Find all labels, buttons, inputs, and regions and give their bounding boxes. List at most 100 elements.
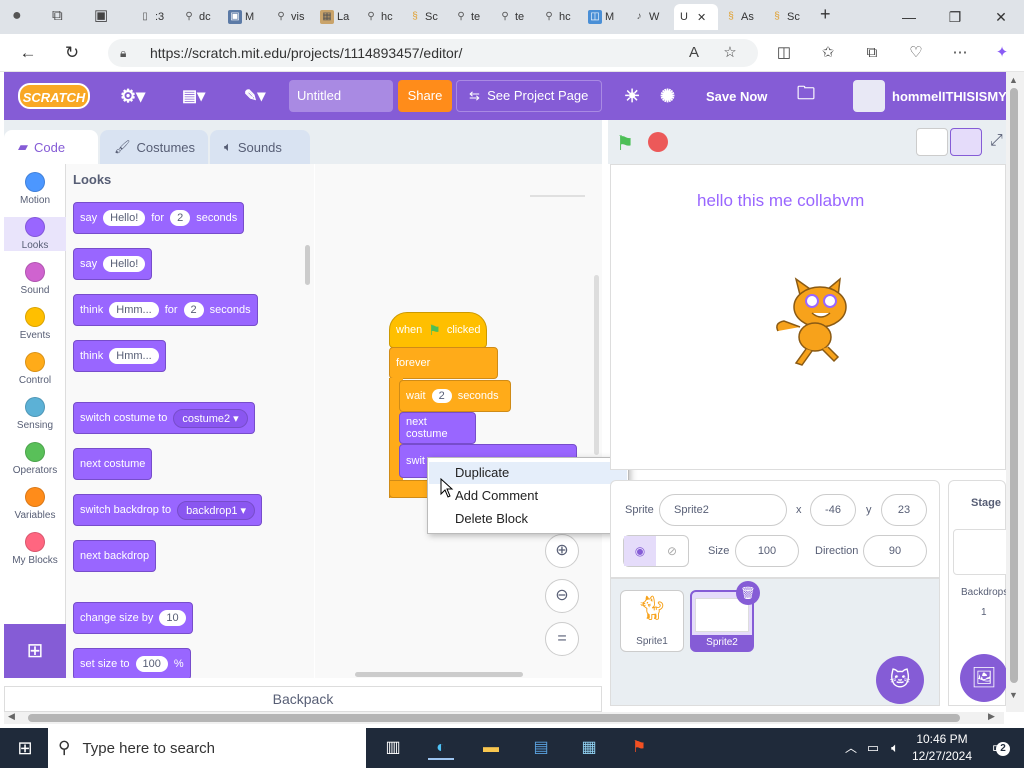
edit-menu-icon[interactable]: ✎▾ [244, 72, 265, 120]
block-input[interactable]: 2 [170, 210, 191, 226]
username[interactable]: hommelITHISISMY [892, 72, 1007, 120]
y-field[interactable]: 23 [881, 494, 927, 526]
my-stuff-folder-icon[interactable]: 🗀 [797, 72, 815, 120]
browser-tab[interactable]: ⚲ hc [542, 4, 582, 30]
context-delete-block[interactable]: Delete Block [429, 508, 627, 530]
category-motion[interactable]: Motion [4, 172, 66, 206]
hide-eye-icon[interactable]: ⊘ [656, 536, 688, 566]
file-explorer-icon[interactable]: ▬ [478, 736, 504, 760]
show-eye-icon[interactable]: ◉ [624, 536, 656, 566]
green-flag-button[interactable]: ⚑ [616, 131, 634, 156]
save-now-button[interactable]: Save Now [706, 72, 767, 120]
block-change-size[interactable]: change size by 10 [73, 602, 193, 634]
browser-tab[interactable]: ▣ M [228, 4, 270, 30]
browser-tab[interactable]: ♪ W [632, 4, 672, 30]
browser-tab-active[interactable]: U ✕ [674, 4, 718, 30]
browser-tab[interactable]: ⚲ te [454, 4, 494, 30]
url-field[interactable]: 🔒︎ https://scratch.mit.edu/projects/1114… [108, 39, 758, 67]
collections-icon[interactable]: ⧉ [860, 42, 884, 64]
new-tab-button[interactable]: + [820, 4, 831, 25]
tab-sounds[interactable]: 🔈︎ Sounds [210, 130, 310, 164]
block-input[interactable]: Hmm... [109, 302, 159, 318]
block-set-size[interactable]: set size to 100% [73, 648, 191, 678]
script-next-costume-block[interactable]: next costume [399, 412, 476, 444]
palette-scrollbar[interactable] [305, 245, 310, 285]
split-screen-icon[interactable]: ◫ [772, 42, 796, 64]
block-switch-backdrop[interactable]: switch backdrop to backdrop1 ▾ [73, 494, 263, 526]
vertical-scroll-thumb[interactable] [1010, 88, 1018, 683]
browser-tab[interactable]: ◫ M [588, 4, 628, 30]
debug-bug-icon[interactable]: ✺ [660, 72, 675, 120]
script-hat-block[interactable]: when ⚑ clicked [389, 312, 487, 348]
browser-tab[interactable]: ▦ La [320, 4, 360, 30]
scroll-down-icon[interactable]: ▼ [1009, 690, 1018, 700]
browser-tab[interactable]: § As [724, 4, 766, 30]
user-avatar[interactable] [853, 80, 885, 112]
block-input[interactable]: 100 [135, 656, 168, 672]
settings-gear-icon[interactable]: ⚙▾ [120, 72, 145, 120]
block-switch-costume[interactable]: switch costume to costume2 ▾ [73, 402, 255, 434]
cat-sprite-image[interactable] [770, 275, 860, 367]
choose-sprite-button[interactable]: 🐱︎ [876, 656, 924, 704]
tab-costumes[interactable]: 🖌︎ Costumes [100, 130, 208, 164]
file-menu-icon[interactable]: ▤▾ [182, 72, 205, 120]
zoom-in-button[interactable]: ⊕ [545, 534, 579, 568]
add-extension-button[interactable]: ⊞ [4, 624, 66, 678]
horizontal-scroll-thumb[interactable] [28, 714, 960, 722]
zoom-out-button[interactable]: ⊖ [545, 579, 579, 613]
project-title-input[interactable]: Untitled [289, 80, 393, 112]
script-forever-block[interactable]: forever [389, 347, 498, 379]
workspaces-icon[interactable]: ⧉ [52, 7, 63, 24]
favorite-star-icon[interactable]: ☆ [718, 42, 742, 64]
fullscreen-icon[interactable]: ⤢ [990, 132, 1003, 150]
task-view-icon[interactable]: ▥ [380, 736, 406, 760]
backpack-header[interactable]: Backpack [4, 686, 602, 712]
app-window-icon[interactable]: ▤ [528, 736, 554, 760]
scratch-logo[interactable]: SCRATCH [18, 83, 90, 109]
block-input[interactable]: 10 [159, 610, 186, 626]
stop-button[interactable] [648, 132, 668, 152]
browser-tab[interactable]: ⚲ te [498, 4, 538, 30]
copilot-icon[interactable]: ✦ [990, 42, 1014, 64]
category-operators[interactable]: Operators [4, 442, 66, 476]
network-computer-icon[interactable]: ▦ [576, 736, 602, 760]
category-sensing[interactable]: Sensing [4, 397, 66, 431]
taskbar-search-box[interactable]: ⚲ Type here to search [48, 728, 366, 768]
x-field[interactable]: -46 [810, 494, 856, 526]
block-say-for-seconds[interactable]: say Hello! for 2 seconds [73, 202, 245, 234]
taskbar-clock[interactable]: 10:46 PM 12/27/2024 [902, 731, 982, 765]
context-add-comment[interactable]: Add Comment [429, 485, 627, 507]
category-events[interactable]: Events [4, 307, 66, 341]
category-sound[interactable]: Sound [4, 262, 66, 296]
browser-tab[interactable]: ⚲ vis [274, 4, 316, 30]
block-input[interactable]: Hello! [103, 256, 146, 272]
browser-essentials-icon[interactable]: ♡ [904, 42, 928, 64]
block-think-for-seconds[interactable]: think Hmm... for 2 seconds [73, 294, 258, 326]
block-think[interactable]: think Hmm... [73, 340, 166, 372]
delete-sprite-button[interactable]: 🗑︎ [736, 581, 760, 605]
more-options-icon[interactable]: ⋯ [948, 42, 972, 64]
browser-tab[interactable]: ⚲ dc [182, 4, 222, 30]
refresh-icon[interactable]: ↻ [60, 42, 84, 64]
theme-bulb-icon[interactable]: ☀ [624, 72, 640, 120]
scroll-left-icon[interactable]: ◀ [8, 711, 15, 722]
restore-icon[interactable]: ❐ [940, 6, 970, 28]
costume-dropdown[interactable]: costume2 ▾ [173, 408, 248, 428]
browser-tab[interactable]: ▯:3 [138, 4, 178, 30]
block-input[interactable]: Hmm... [109, 348, 159, 364]
browser-tab[interactable]: § Sc [408, 4, 450, 30]
back-arrow-icon[interactable]: ← [16, 42, 40, 64]
edge-browser-icon[interactable]: ◐ [428, 736, 454, 760]
windows-start-icon[interactable]: ⊞ [12, 736, 38, 760]
share-button[interactable]: Share [398, 80, 452, 112]
close-window-icon[interactable]: ✕ [986, 6, 1016, 28]
category-control[interactable]: Control [4, 352, 66, 386]
scroll-up-icon[interactable]: ▲ [1009, 75, 1018, 85]
size-field[interactable]: 100 [735, 535, 799, 567]
choose-backdrop-button[interactable]: 🖼︎ [960, 654, 1008, 702]
backdrop-dropdown[interactable]: backdrop1 ▾ [177, 500, 256, 520]
browser-tab[interactable]: ⚲ hc [364, 4, 404, 30]
category-variables[interactable]: Variables [4, 487, 66, 521]
context-duplicate[interactable]: Duplicate [429, 462, 627, 484]
workspace-vertical-scrollbar[interactable] [594, 275, 599, 455]
